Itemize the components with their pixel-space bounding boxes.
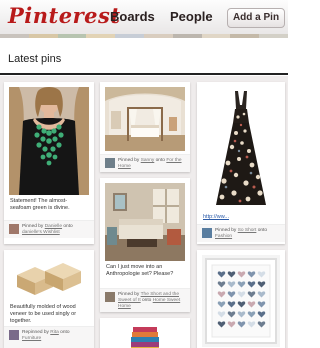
pin-card[interactable] bbox=[100, 318, 190, 348]
user-avatar[interactable] bbox=[105, 158, 115, 168]
color-strip-segment bbox=[28, 34, 58, 38]
section-divider bbox=[0, 73, 288, 75]
color-strip-segment bbox=[172, 34, 202, 38]
color-strip-segment bbox=[57, 34, 87, 38]
pin-card[interactable]: Statement! The almost-seafoam green is d… bbox=[4, 82, 94, 244]
pin-card[interactable]: Beautifully molded of wood veneer to be … bbox=[4, 250, 94, 348]
pin-user-link[interactable]: Rita bbox=[50, 330, 59, 335]
pin-description: Statement! The almost-seafoam green is d… bbox=[10, 198, 70, 211]
color-strip-segment bbox=[86, 34, 116, 38]
pin-attribution: Pinned by The Short and the Sweet of It … bbox=[100, 288, 190, 312]
pin-attribution: Repinned by Rita onto Furniture bbox=[4, 326, 94, 348]
pin-description: Can I just move into an Anthropologie se… bbox=[106, 264, 174, 277]
add-pin-button[interactable]: Add a Pin bbox=[227, 8, 285, 28]
color-strip-segment bbox=[115, 34, 144, 38]
onto-label: onto bbox=[155, 158, 165, 163]
pinterest-logo[interactable]: Pinterest bbox=[8, 3, 121, 28]
pin-user-link[interactable]: Danielle bbox=[45, 224, 62, 229]
pin-image[interactable] bbox=[105, 87, 185, 151]
color-strip-segment bbox=[201, 34, 231, 38]
color-strip-segment bbox=[143, 34, 173, 38]
attribution-text: Pinned by The Short and the Sweet of It … bbox=[118, 292, 182, 310]
pin-card[interactable]: http://ww... Pinned by So Short onto Fas… bbox=[197, 82, 285, 244]
pin-image[interactable] bbox=[105, 323, 185, 348]
pin-board-link[interactable]: Fashion bbox=[215, 234, 232, 239]
pinned-by-label: Repinned by bbox=[22, 330, 49, 335]
pinned-by-label: Pinned by bbox=[22, 224, 44, 229]
user-avatar[interactable] bbox=[105, 292, 115, 302]
category-color-strip bbox=[0, 34, 288, 38]
pin-board-link[interactable]: danielle's Wishlist bbox=[22, 230, 60, 235]
onto-label: onto bbox=[257, 228, 268, 233]
pin-user-link[interactable]: Sanny bbox=[141, 158, 155, 163]
pin-image[interactable] bbox=[9, 87, 89, 195]
top-nav-bar: Pinterest Boards People Add a Pin bbox=[0, 0, 288, 34]
pin-image[interactable] bbox=[105, 183, 185, 261]
onto-label: onto bbox=[142, 298, 152, 303]
pinned-by-label: Pinned by bbox=[118, 292, 140, 297]
pin-image[interactable] bbox=[202, 255, 280, 347]
pin-user-link[interactable]: So Short bbox=[238, 228, 257, 233]
pin-card[interactable]: Pinned by Sanny onto For the Home bbox=[100, 82, 190, 172]
color-strip-segment bbox=[230, 34, 260, 38]
pin-description: Beautifully molded of wood veneer to be … bbox=[10, 304, 77, 324]
attribution-text: Repinned by Rita onto Furniture bbox=[22, 330, 86, 342]
pin-image[interactable] bbox=[9, 255, 89, 301]
pin-source-link[interactable]: http://ww... bbox=[203, 214, 229, 220]
user-avatar[interactable] bbox=[9, 224, 19, 234]
attribution-text: Pinned by Danielle onto danielle's Wishl… bbox=[22, 224, 86, 236]
pin-attribution: Pinned by So Short onto Fashion bbox=[197, 224, 285, 242]
pinned-by-label: Pinned by bbox=[215, 228, 237, 233]
section-title: Latest pins bbox=[8, 53, 62, 65]
color-strip-segment bbox=[259, 34, 288, 38]
attribution-text: Pinned by Sanny onto For the Home bbox=[118, 158, 182, 170]
pin-card[interactable]: Can I just move into an Anthropologie se… bbox=[100, 178, 190, 312]
pinned-by-label: Pinned by bbox=[118, 158, 140, 163]
nav-boards-link[interactable]: Boards bbox=[110, 9, 155, 24]
pin-board-link[interactable]: Furniture bbox=[22, 336, 41, 341]
user-avatar[interactable] bbox=[9, 330, 19, 340]
pin-attribution: Pinned by Sanny onto For the Home bbox=[100, 154, 190, 172]
pin-image[interactable] bbox=[202, 87, 280, 211]
pin-grid: Statement! The almost-seafoam green is d… bbox=[0, 76, 288, 348]
pin-card[interactable] bbox=[197, 250, 285, 348]
attribution-text: Pinned by So Short onto Fashion bbox=[215, 228, 279, 240]
onto-label: onto bbox=[63, 224, 73, 229]
color-strip-segment bbox=[0, 34, 29, 38]
nav-people-link[interactable]: People bbox=[170, 9, 213, 24]
user-avatar[interactable] bbox=[202, 228, 212, 238]
onto-label: onto bbox=[60, 330, 70, 335]
pin-attribution: Pinned by Danielle onto danielle's Wishl… bbox=[4, 220, 94, 238]
